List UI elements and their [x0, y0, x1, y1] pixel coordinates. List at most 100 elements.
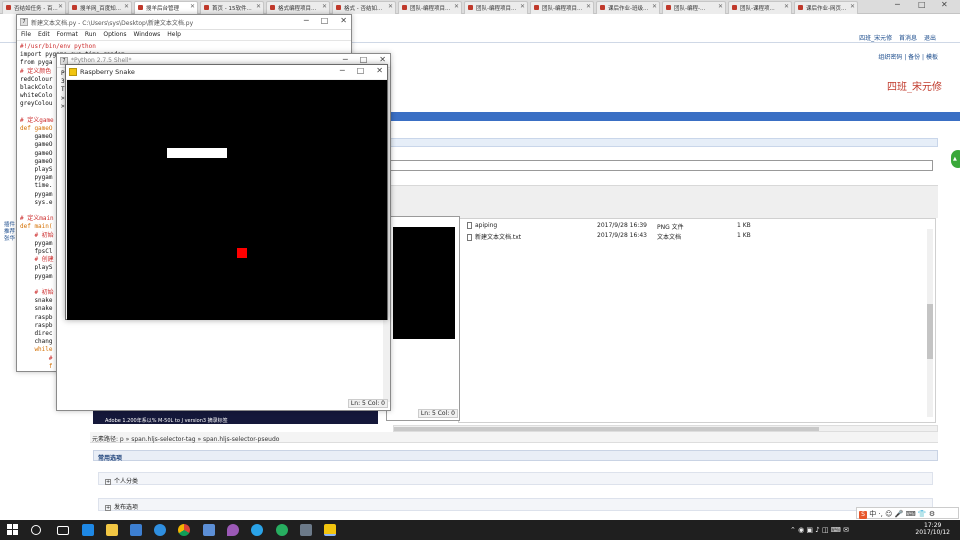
common-options-header[interactable]: 常用选项: [93, 450, 938, 462]
top-link-user[interactable]: 四班_宋元修: [859, 35, 892, 42]
title-input[interactable]: [390, 160, 933, 171]
browser-tab-strip: 否结如任务 - 百... ✕ 搜羊网_百度知... ✕ 搜羊后台管理 ✕ 首页 - 15软件…: [0, 0, 960, 14]
close-button[interactable]: ✕: [340, 16, 347, 25]
top-link-logout[interactable]: 退出: [924, 35, 936, 42]
browser-tab[interactable]: 搜羊后台管理 ✕: [134, 1, 198, 14]
category-section[interactable]: + 个人分类: [98, 472, 933, 485]
game-canvas[interactable]: [67, 80, 387, 320]
app-icon[interactable]: [300, 524, 312, 536]
publish-section[interactable]: + 发布选项: [98, 498, 933, 511]
tab-close-icon[interactable]: ✕: [784, 3, 789, 10]
side-float-button[interactable]: ▲: [951, 150, 960, 168]
close-button[interactable]: ✕: [376, 66, 383, 75]
tab-close-icon[interactable]: ✕: [58, 3, 63, 10]
maximize-button[interactable]: □: [357, 66, 365, 75]
menu-item[interactable]: Run: [85, 31, 97, 38]
minimize-button[interactable]: ─: [340, 66, 345, 75]
maximize-button[interactable]: □: [321, 16, 329, 25]
editor2-dark-area: [393, 227, 455, 339]
ime-s-icon[interactable]: S: [859, 511, 867, 519]
clock[interactable]: 17:29 2017/10/12: [915, 522, 950, 536]
tab-close-icon[interactable]: ✕: [124, 3, 129, 10]
game-titlebar[interactable]: Raspberry Snake ─ □ ✕: [66, 65, 387, 79]
ime-toolbar[interactable]: S 中 ·, ☺ 🎤 ⌨ 👕 ⚙: [856, 507, 959, 519]
minimize-browser-button[interactable]: ─: [895, 0, 900, 9]
tab-close-icon[interactable]: ✕: [388, 3, 393, 10]
tab-label: 团队-课程项...: [740, 6, 775, 12]
browser-tab[interactable]: 课后作业-班级... ✕: [596, 1, 660, 14]
ie-icon[interactable]: [154, 524, 166, 536]
snake-body: [167, 148, 227, 158]
qq-browser-icon[interactable]: [251, 524, 263, 536]
menu-item[interactable]: Help: [167, 31, 181, 38]
close-browser-button[interactable]: ✕: [941, 0, 948, 9]
tab-close-icon[interactable]: ✕: [586, 3, 591, 10]
browser-tab[interactable]: 搜羊网_百度知... ✕: [68, 1, 132, 14]
tab-close-icon[interactable]: ✕: [850, 3, 855, 10]
header-band: [390, 112, 960, 121]
tab-close-icon[interactable]: ✕: [322, 3, 327, 10]
page-horizontal-scrollbar[interactable]: [393, 425, 938, 432]
tab-close-icon[interactable]: ✕: [190, 3, 195, 10]
file-pane-scrollbar[interactable]: [927, 229, 933, 417]
minimize-button[interactable]: ─: [304, 16, 309, 25]
tab-favicon-icon: [270, 5, 275, 10]
app-gem-icon[interactable]: [227, 524, 239, 536]
tab-label: 团队-编程-...: [674, 6, 706, 12]
tab-close-icon[interactable]: ✕: [454, 3, 459, 10]
maximize-button[interactable]: □: [360, 55, 368, 64]
menu-item[interactable]: Format: [57, 31, 78, 38]
search-icon[interactable]: [31, 525, 41, 535]
sidebar-fragment: 插件 推荐 张华: [4, 222, 16, 242]
browser-tab[interactable]: 团队-编程项目... ✕: [530, 1, 594, 14]
browser-tab[interactable]: 团队-课程项... ✕: [728, 1, 792, 14]
green-app-icon[interactable]: [276, 524, 288, 536]
tab-close-icon[interactable]: ✕: [256, 3, 261, 10]
browser-tab[interactable]: 首页 - 15软件... ✕: [200, 1, 264, 14]
python-taskbar-icon[interactable]: [324, 524, 336, 536]
raspberry-snake-window[interactable]: Raspberry Snake ─ □ ✕: [65, 64, 388, 320]
menu-item[interactable]: File: [21, 31, 31, 38]
browser-tab[interactable]: 团队-编程项目... ✕: [464, 1, 528, 14]
chrome-icon[interactable]: [178, 524, 190, 536]
start-button[interactable]: [7, 524, 18, 535]
browser-tab[interactable]: 团队-编程-... ✕: [662, 1, 726, 14]
browser-tab[interactable]: 课后作业-网页... ✕: [794, 1, 858, 14]
tab-close-icon[interactable]: ✕: [652, 3, 657, 10]
image-file-icon: [467, 222, 472, 229]
minimize-button[interactable]: ─: [343, 55, 348, 64]
browser-tab[interactable]: 否结如任务 - 百... ✕: [2, 1, 66, 14]
editor2-status-bar: Ln: 5 Col: 0: [417, 409, 458, 418]
tab-label: 搜羊网_百度知...: [80, 6, 121, 12]
task-view-icon[interactable]: [57, 526, 69, 535]
browser-tab[interactable]: 格式 - 否结如... ✕: [332, 1, 396, 14]
raspberry: [237, 248, 247, 258]
top-link-messages[interactable]: 首消息: [899, 35, 917, 42]
system-tray[interactable]: ⌃ ◉ ▣ ♪ ◫ ⌨ ✉: [790, 526, 849, 534]
edge-icon[interactable]: [82, 524, 94, 536]
tab-close-icon[interactable]: ✕: [718, 3, 723, 10]
browser-tab[interactable]: 格式编程项目... ✕: [266, 1, 330, 14]
menu-item[interactable]: Edit: [38, 31, 50, 38]
tab-label: 团队-编程项目...: [542, 6, 583, 12]
menu-item[interactable]: Options: [103, 31, 126, 38]
app-icon[interactable]: [203, 524, 215, 536]
maximize-browser-button[interactable]: □: [918, 0, 926, 9]
element-path-bar: 元素路径: p » span.hljs-selector-tag » span.…: [90, 432, 938, 443]
tab-favicon-icon: [666, 5, 671, 10]
close-button[interactable]: ✕: [379, 55, 386, 64]
idle-editor-window-2[interactable]: Ln: 5 Col: 0: [386, 216, 460, 421]
tab-close-icon[interactable]: ✕: [520, 3, 525, 10]
form-row: [390, 138, 938, 147]
file-row[interactable]: 新建文本文档.txt 2017/9/28 16:43 文本文档 1 KB: [467, 232, 751, 241]
editor-titlebar[interactable]: 7 新建文本文档.py - C:\Users\sys\Desktop\新建文本文…: [17, 15, 351, 30]
settings-links[interactable]: 组织密码 | 备份 | 模板: [878, 52, 938, 61]
file-explorer-icon[interactable]: [106, 524, 118, 536]
page-top-links: 四班_宋元修 首消息 退出: [854, 33, 936, 42]
tab-favicon-icon: [336, 5, 341, 10]
file-row[interactable]: apiping 2017/9/28 16:39 PNG 文件 1 KB: [467, 222, 751, 231]
store-icon[interactable]: [130, 524, 142, 536]
menu-item[interactable]: Windows: [134, 31, 161, 38]
browser-tab[interactable]: 团队-编程项目... ✕: [398, 1, 462, 14]
tab-label: 搜羊后台管理: [146, 6, 180, 12]
